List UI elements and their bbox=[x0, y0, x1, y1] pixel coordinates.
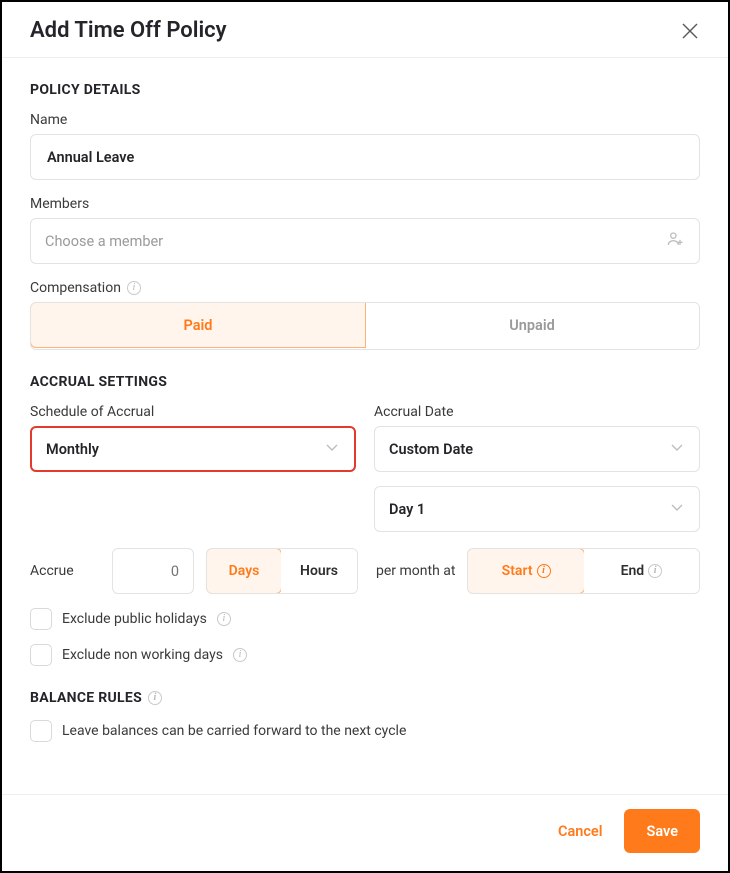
exclude-nwd-row: Exclude non working days i bbox=[30, 644, 700, 666]
schedule-value: Monthly bbox=[46, 441, 99, 458]
exclude-ph-label: Exclude public holidays bbox=[62, 611, 207, 627]
accrual-date-value: Custom Date bbox=[389, 441, 473, 458]
info-icon[interactable]: i bbox=[127, 281, 141, 295]
policy-details-heading: POLICY DETAILS bbox=[30, 82, 700, 98]
info-icon[interactable]: i bbox=[233, 648, 247, 662]
accrual-date-label: Accrual Date bbox=[374, 404, 700, 420]
carry-forward-label: Leave balances can be carried forward to… bbox=[62, 723, 406, 739]
info-icon: i bbox=[648, 564, 662, 578]
schedule-label: Schedule of Accrual bbox=[30, 404, 356, 420]
dialog-body: POLICY DETAILS Name Members Choose a mem… bbox=[2, 58, 728, 794]
members-label: Members bbox=[30, 196, 700, 212]
carry-forward-checkbox[interactable] bbox=[30, 720, 52, 742]
compensation-label: Compensation i bbox=[30, 280, 700, 296]
dialog-footer: Cancel Save bbox=[2, 794, 728, 871]
save-button[interactable]: Save bbox=[624, 809, 700, 853]
compensation-segmented: Paid Unpaid bbox=[30, 302, 700, 350]
name-field-wrapper bbox=[30, 134, 700, 180]
carry-forward-row: Leave balances can be carried forward to… bbox=[30, 720, 700, 742]
timing-start[interactable]: Start i bbox=[467, 548, 584, 594]
dialog-title: Add Time Off Policy bbox=[30, 18, 227, 43]
accrual-top-row: Schedule of Accrual Monthly Accrual Date… bbox=[30, 404, 700, 532]
exclude-nwd-checkbox[interactable] bbox=[30, 644, 52, 666]
unit-hours[interactable]: Hours bbox=[281, 549, 357, 593]
exclude-ph-row: Exclude public holidays i bbox=[30, 608, 700, 630]
info-icon[interactable]: i bbox=[148, 691, 162, 705]
chevron-down-icon bbox=[669, 499, 685, 519]
accrue-row-wrapper: Accrue Days Hours per month at Start i E… bbox=[30, 548, 700, 594]
members-placeholder: Choose a member bbox=[45, 233, 163, 250]
name-input[interactable] bbox=[45, 148, 685, 167]
accrue-amount-input[interactable] bbox=[112, 548, 194, 594]
compensation-unpaid[interactable]: Unpaid bbox=[365, 303, 699, 349]
members-input[interactable]: Choose a member bbox=[30, 218, 700, 264]
schedule-select[interactable]: Monthly bbox=[30, 426, 356, 472]
close-icon[interactable] bbox=[680, 21, 700, 41]
accrual-settings-heading: ACCRUAL SETTINGS bbox=[30, 374, 700, 390]
timing-end[interactable]: End i bbox=[584, 549, 699, 593]
unit-days[interactable]: Days bbox=[206, 548, 282, 594]
cancel-button[interactable]: Cancel bbox=[552, 822, 609, 841]
accrue-unit-segmented: Days Hours bbox=[206, 548, 358, 594]
chevron-down-icon bbox=[669, 439, 685, 459]
info-icon: i bbox=[537, 564, 551, 578]
name-label: Name bbox=[30, 112, 700, 128]
accrue-label: Accrue bbox=[30, 563, 100, 579]
compensation-paid[interactable]: Paid bbox=[30, 302, 366, 348]
accrual-day-select[interactable]: Day 1 bbox=[374, 486, 700, 532]
accrual-day-value: Day 1 bbox=[389, 501, 425, 518]
balance-rules-heading: BALANCE RULES i bbox=[30, 690, 700, 706]
exclude-nwd-label: Exclude non working days bbox=[62, 647, 223, 663]
per-month-label: per month at bbox=[376, 563, 455, 579]
exclude-ph-checkbox[interactable] bbox=[30, 608, 52, 630]
accrual-date-select[interactable]: Custom Date bbox=[374, 426, 700, 472]
dialog-header: Add Time Off Policy bbox=[2, 2, 728, 58]
add-time-off-dialog: Add Time Off Policy POLICY DETAILS Name … bbox=[0, 0, 730, 873]
add-person-icon bbox=[665, 229, 685, 253]
info-icon[interactable]: i bbox=[217, 612, 231, 626]
accrue-timing-segmented: Start i End i bbox=[467, 548, 700, 594]
chevron-down-icon bbox=[324, 439, 340, 459]
